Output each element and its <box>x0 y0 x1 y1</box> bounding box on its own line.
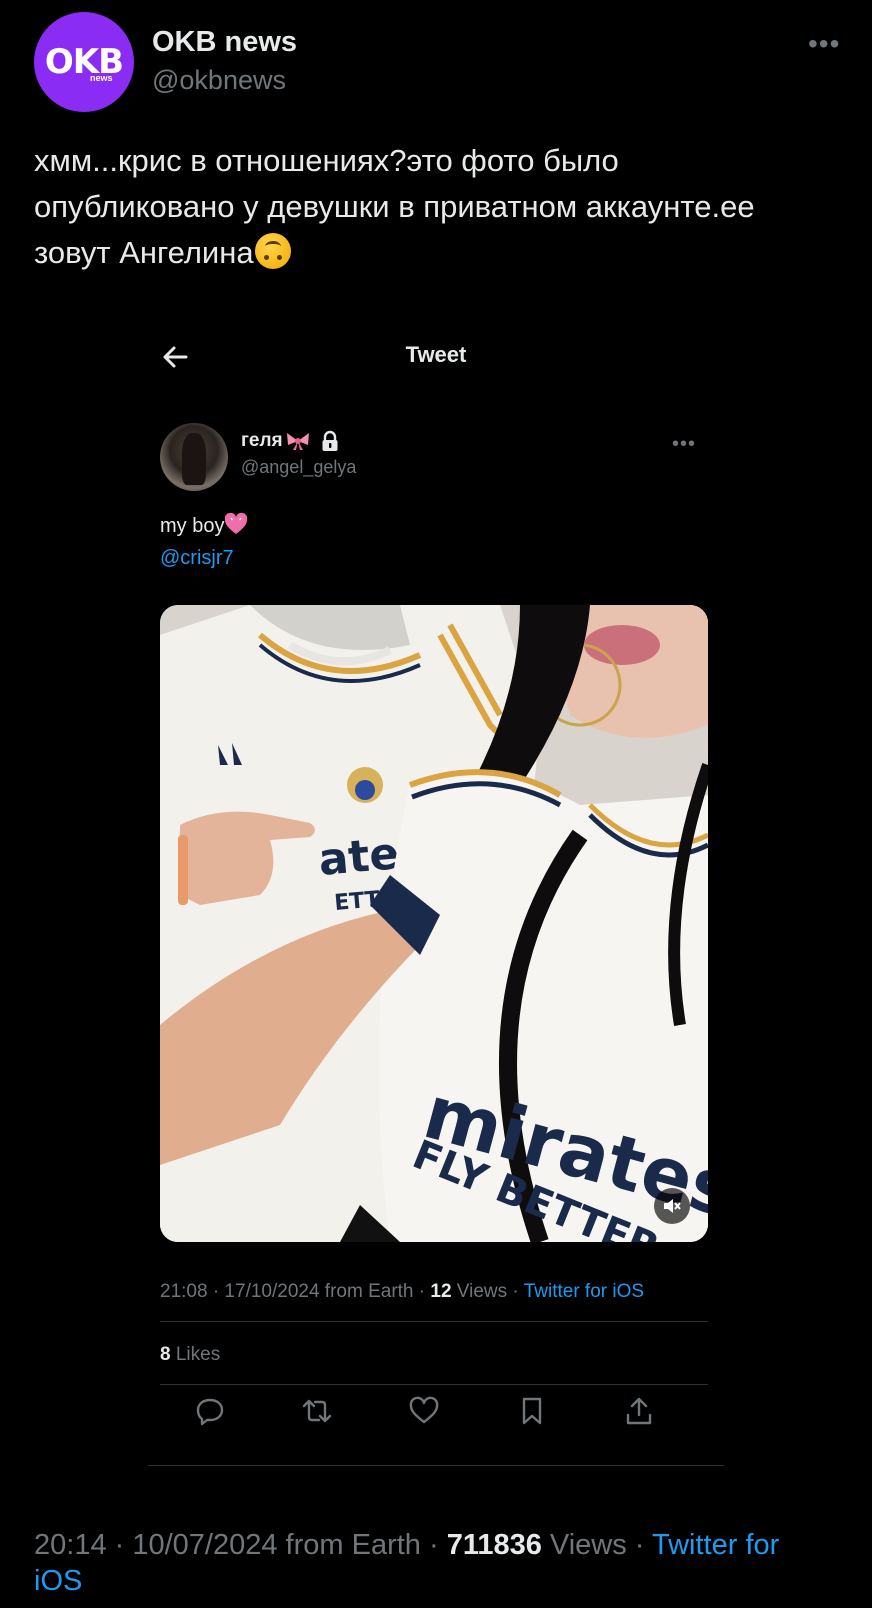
inner-author-handle: @angel_gelya <box>241 457 357 477</box>
tweet-photo[interactable]: ate ETTE mirates FLY BETTER <box>160 605 708 1242</box>
lock-icon <box>322 430 338 451</box>
views-label: Views · <box>541 1529 652 1561</box>
author-handle[interactable]: @okbnews <box>152 65 286 96</box>
meta-time: 20:14 · 10/07/2024 from Earth · <box>34 1529 447 1561</box>
upside-down-face-emoji-icon <box>254 233 291 269</box>
author-display-name[interactable]: OKB news <box>152 26 297 59</box>
pink-heart-emoji-icon <box>225 513 248 534</box>
tweet-text-content: хмм...крис в отношениях?это фото было оп… <box>34 143 755 270</box>
views-count: 711836 <box>446 1529 542 1561</box>
mention-link[interactable]: @crisjr7 <box>160 547 234 569</box>
tweet-text: хмм...крис в отношениях?это фото было оп… <box>34 138 824 276</box>
retweet-icon[interactable] <box>301 1395 333 1427</box>
speaker-muted-icon <box>664 1199 681 1213</box>
inner-author-name-text: геля <box>241 430 283 451</box>
okb-logo-sub: news <box>90 73 113 83</box>
inner-views-label: Views · <box>451 1281 524 1302</box>
inner-divider-1 <box>160 1321 708 1322</box>
ribbon-bow-emoji-icon <box>286 433 309 450</box>
inner-author-name: геля <box>241 430 341 452</box>
share-icon[interactable] <box>623 1395 655 1427</box>
inner-action-bar <box>148 1395 724 1439</box>
inner-avatar <box>160 423 228 491</box>
inner-tweet-text: my boy @crisjr7 <box>160 510 248 574</box>
inner-tweet-meta: 21:08 · 17/10/2024 from Earth · 12 Views… <box>160 1281 644 1303</box>
more-options-icon[interactable]: ••• <box>808 30 840 58</box>
bookmark-icon[interactable] <box>516 1395 548 1427</box>
embedded-tweet-screenshot[interactable]: Tweet геля @angel_gelya ••• my boy @cris… <box>148 320 724 1470</box>
like-icon[interactable] <box>408 1395 440 1427</box>
inner-likes-count: 8 <box>160 1344 171 1365</box>
inner-tweet-text-content: my boy <box>160 515 225 537</box>
inner-more-icon: ••• <box>672 433 697 455</box>
inner-meta-time: 21:08 · 17/10/2024 from Earth · <box>160 1281 431 1302</box>
inner-divider-2 <box>160 1384 708 1385</box>
inner-source-link[interactable]: Twitter for iOS <box>524 1281 644 1302</box>
inner-likes-label: Likes <box>170 1344 221 1365</box>
inner-views-count: 12 <box>430 1281 452 1302</box>
inner-divider-bottom <box>148 1465 724 1466</box>
photo-illustration: ate ETTE mirates FLY BETTER <box>160 605 708 1242</box>
okb-avatar[interactable]: OKB news <box>34 12 134 112</box>
embedded-header-title: Tweet <box>405 342 467 367</box>
tweet-meta: 20:14 · 10/07/2024 from Earth · 711836 V… <box>34 1527 834 1599</box>
mute-icon[interactable] <box>654 1188 690 1224</box>
reply-icon[interactable] <box>194 1395 226 1427</box>
inner-likes[interactable]: 8 Likes <box>160 1344 220 1366</box>
